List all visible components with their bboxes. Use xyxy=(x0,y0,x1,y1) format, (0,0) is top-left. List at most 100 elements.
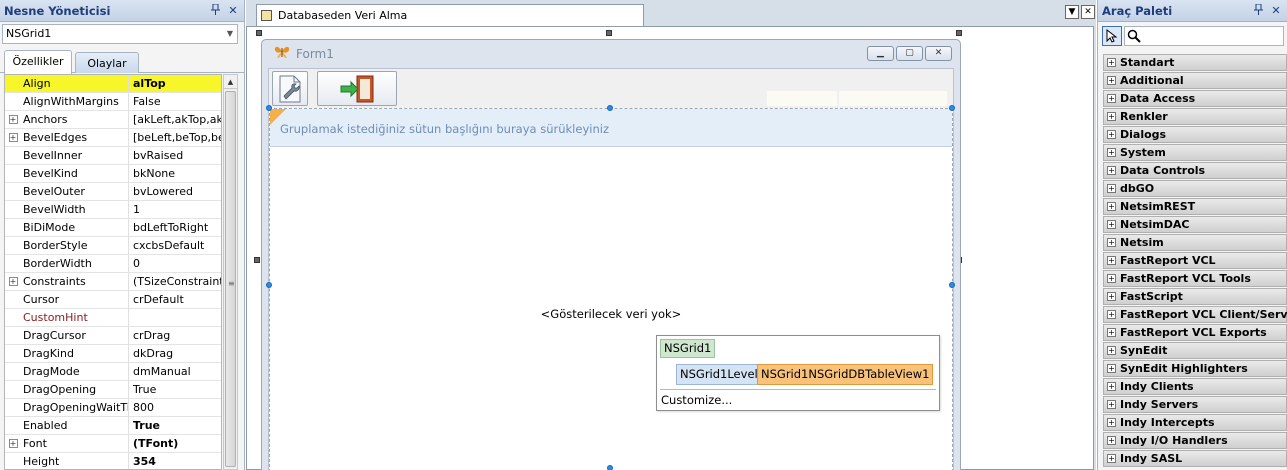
property-row[interactable]: Cursor crDefault xyxy=(5,291,221,309)
palette-category[interactable]: + NetsimDAC xyxy=(1103,216,1287,233)
settings-tool-button[interactable] xyxy=(272,71,308,106)
property-value[interactable]: (TFont) xyxy=(129,435,221,452)
exit-button[interactable] xyxy=(317,71,397,106)
component-selection-handle[interactable] xyxy=(949,282,955,288)
property-value[interactable] xyxy=(129,309,221,326)
expand-plus-icon[interactable]: + xyxy=(1107,382,1116,391)
maximize-icon[interactable]: ▢ xyxy=(896,46,923,61)
palette-category[interactable]: + Netsim xyxy=(1103,234,1287,251)
group-by-panel[interactable]: Gruplamak istediğiniz sütun başlığını bu… xyxy=(270,109,952,147)
close-icon[interactable]: ✕ xyxy=(1269,4,1283,17)
property-value[interactable]: bkNone xyxy=(129,165,221,182)
tab-properties[interactable]: Özellikler xyxy=(4,50,72,74)
palette-category[interactable]: + FastReport VCL Tools xyxy=(1103,270,1287,287)
property-value[interactable]: [akLeft,akTop,akRi xyxy=(129,111,221,128)
property-row[interactable]: DragOpening True xyxy=(5,381,221,399)
palette-category[interactable]: + Data Access xyxy=(1103,90,1287,107)
tab-list-dropdown-icon[interactable]: ▼ xyxy=(1065,5,1079,19)
form-selection-handle[interactable] xyxy=(254,257,260,263)
palette-category[interactable]: + Renkler xyxy=(1103,108,1287,125)
expand-plus-icon[interactable]: + xyxy=(1107,436,1116,445)
pin-icon[interactable] xyxy=(208,3,222,18)
expand-plus-icon[interactable]: + xyxy=(1107,58,1116,67)
expand-plus-icon[interactable]: + xyxy=(1107,256,1116,265)
property-value[interactable]: bdLeftToRight xyxy=(129,219,221,236)
palette-search-input[interactable] xyxy=(1124,26,1284,46)
pin-icon[interactable] xyxy=(1251,3,1265,18)
property-value[interactable]: dkDrag xyxy=(129,345,221,362)
nsgrid[interactable]: Gruplamak istediğiniz sütun başlığını bu… xyxy=(266,105,955,470)
property-value[interactable]: 1 xyxy=(129,201,221,218)
palette-category[interactable]: + FastReport VCL Exports xyxy=(1103,324,1287,341)
form-selection-handle[interactable] xyxy=(606,30,612,36)
grid-root-node[interactable]: NSGrid1 xyxy=(660,339,716,358)
pointer-tool-button[interactable] xyxy=(1102,26,1122,46)
expand-plus-icon[interactable]: + xyxy=(1107,94,1116,103)
property-value[interactable]: [beLeft,beTop,beR xyxy=(129,129,221,146)
close-icon[interactable]: ✕ xyxy=(226,4,240,17)
palette-category[interactable]: + Indy SASL xyxy=(1103,450,1287,467)
palette-category[interactable]: + dbGO xyxy=(1103,180,1287,197)
tab-events[interactable]: Olaylar xyxy=(75,52,139,73)
expand-plus-icon[interactable]: + xyxy=(8,133,18,142)
expand-plus-icon[interactable]: + xyxy=(1107,166,1116,175)
palette-category[interactable]: + NetsimREST xyxy=(1103,198,1287,215)
property-row[interactable]: + Font (TFont) xyxy=(5,435,221,453)
property-row[interactable]: DragKind dkDrag xyxy=(5,345,221,363)
close-tab-icon[interactable]: ✕ xyxy=(1081,5,1095,19)
palette-category[interactable]: + FastReport VCL xyxy=(1103,252,1287,269)
component-selection-handle[interactable] xyxy=(949,105,955,111)
expand-plus-icon[interactable]: + xyxy=(1107,310,1116,319)
property-row[interactable]: +Anchors[akLeft,akTop,akRi xyxy=(5,111,221,129)
palette-category[interactable]: + SynEdit Highlighters xyxy=(1103,360,1287,377)
form-selection-handle[interactable] xyxy=(956,30,962,36)
property-row[interactable]: AlignWithMargins False xyxy=(5,93,221,111)
palette-category[interactable]: + Standart xyxy=(1103,54,1287,71)
palette-category[interactable]: + System xyxy=(1103,144,1287,161)
expand-plus-icon[interactable]: + xyxy=(1107,202,1116,211)
palette-category[interactable]: + Dialogs xyxy=(1103,126,1287,143)
property-row[interactable]: BorderWidth 0 xyxy=(5,255,221,273)
document-tab[interactable]: Databaseden Veri Alma xyxy=(256,4,644,26)
expand-plus-icon[interactable]: + xyxy=(8,277,18,286)
minimize-icon[interactable]: ▁ xyxy=(867,46,894,61)
property-row[interactable]: +BevelEdges[beLeft,beTop,beR xyxy=(5,129,221,147)
property-value[interactable]: 800 xyxy=(129,399,221,416)
expand-plus-icon[interactable]: + xyxy=(1107,328,1116,337)
property-row[interactable]: BiDiMode bdLeftToRight xyxy=(5,219,221,237)
expand-plus-icon[interactable]: + xyxy=(1107,112,1116,121)
property-row[interactable]: Align alTop xyxy=(5,75,221,93)
expand-plus-icon[interactable]: + xyxy=(1107,238,1116,247)
property-value[interactable]: bvLowered xyxy=(129,183,221,200)
property-row[interactable]: BorderStyle cxcbsDefault xyxy=(5,237,221,255)
expand-plus-icon[interactable]: + xyxy=(1107,400,1116,409)
property-value[interactable]: crDrag xyxy=(129,327,221,344)
expand-plus-icon[interactable]: + xyxy=(1107,292,1116,301)
expand-plus-icon[interactable]: + xyxy=(1107,454,1116,463)
expand-plus-icon[interactable]: + xyxy=(1107,130,1116,139)
property-row[interactable]: CustomHint xyxy=(5,309,221,327)
expand-plus-icon[interactable]: + xyxy=(1107,418,1116,427)
property-row[interactable]: BevelInner bvRaised xyxy=(5,147,221,165)
property-value[interactable]: dmManual xyxy=(129,363,221,380)
property-value[interactable]: True xyxy=(129,381,221,398)
property-value[interactable]: True xyxy=(129,417,221,434)
component-selection-handle[interactable] xyxy=(607,105,613,111)
property-value[interactable]: alTop xyxy=(129,75,221,92)
palette-category[interactable]: + FastScript xyxy=(1103,288,1287,305)
palette-category[interactable]: + Additional xyxy=(1103,72,1287,89)
expand-plus-icon[interactable]: + xyxy=(1107,274,1116,283)
palette-category[interactable]: + Indy Intercepts xyxy=(1103,414,1287,431)
expand-plus-icon[interactable]: + xyxy=(1107,346,1116,355)
expand-plus-icon[interactable]: + xyxy=(1107,220,1116,229)
expand-plus-icon[interactable]: + xyxy=(8,115,18,124)
property-row[interactable]: Enabled True xyxy=(5,417,221,435)
property-row[interactable]: Height 354 xyxy=(5,453,221,469)
component-selection-handle[interactable] xyxy=(607,465,613,470)
property-row[interactable]: BevelWidth 1 xyxy=(5,201,221,219)
scroll-up-icon[interactable]: ▲ xyxy=(224,75,237,89)
property-row[interactable]: BevelOuter bvLowered xyxy=(5,183,221,201)
grid-view-node[interactable]: NSGrid1NSGridDBTableView1 xyxy=(757,364,934,385)
property-value[interactable]: 0 xyxy=(129,255,221,272)
property-row[interactable]: BevelKind bkNone xyxy=(5,165,221,183)
